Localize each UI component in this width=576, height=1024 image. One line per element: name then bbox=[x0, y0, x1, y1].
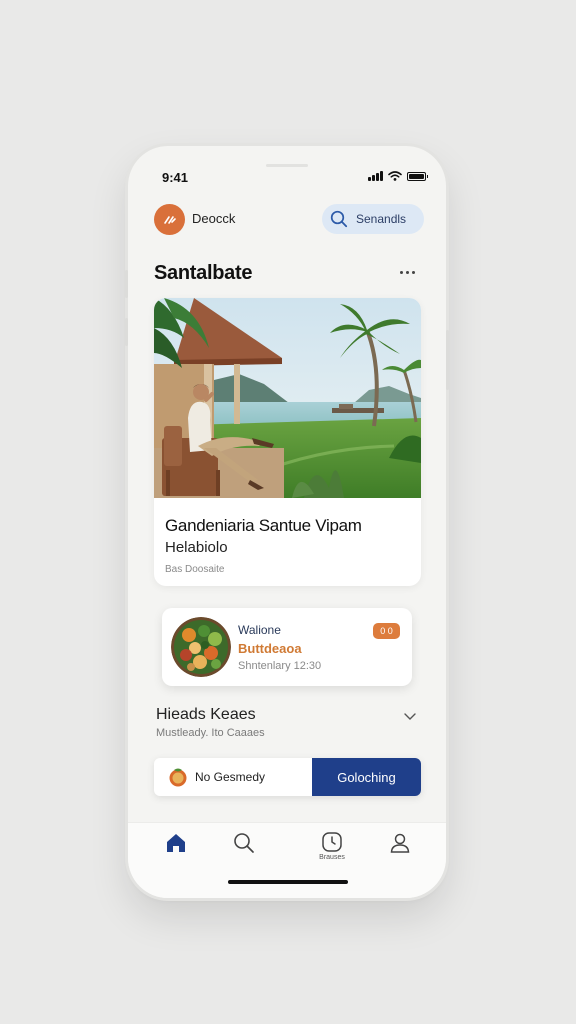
top-bar: Deocck Senandls bbox=[154, 202, 424, 236]
home-indicator[interactable] bbox=[228, 880, 348, 884]
search-icon bbox=[330, 210, 348, 228]
action-secondary[interactable]: No Gesmedy bbox=[154, 758, 312, 796]
phone-frame: 9:41 Deocck Senandls Santalbate Gandenia… bbox=[128, 146, 446, 898]
home-icon bbox=[167, 834, 185, 852]
food-label: Walione bbox=[238, 623, 281, 637]
more-options-icon[interactable] bbox=[400, 266, 418, 278]
brand-logo[interactable] bbox=[154, 204, 185, 235]
fruit-icon bbox=[169, 768, 187, 787]
food-card[interactable]: Walione Buttdeaoa Shntenlary 12:30 0 0 bbox=[162, 608, 412, 686]
clock-icon bbox=[322, 832, 342, 852]
action-secondary-label: No Gesmedy bbox=[195, 770, 266, 784]
primary-action-button[interactable]: Goloching bbox=[312, 758, 421, 796]
speaker bbox=[266, 164, 308, 167]
featured-card[interactable]: Gandeniaria Santue Vipam Helabiolo Bas D… bbox=[154, 298, 421, 586]
tab-bar: Brauses bbox=[128, 822, 446, 898]
status-icons bbox=[368, 171, 428, 181]
food-time: Shntenlary 12:30 bbox=[238, 660, 322, 672]
profile-icon bbox=[390, 833, 410, 853]
status-bar: 9:41 bbox=[128, 168, 446, 188]
featured-meta: Bas Doosaite bbox=[165, 564, 225, 575]
search-icon bbox=[234, 833, 254, 853]
tab-search[interactable] bbox=[224, 831, 264, 871]
expandable-section[interactable]: Hieads Keaes Mustleady. Ito Caaaes bbox=[156, 706, 418, 750]
food-badge: 0 0 bbox=[373, 623, 400, 639]
brand-logo-icon bbox=[163, 215, 176, 224]
brand-name: Deocck bbox=[192, 211, 236, 226]
food-image bbox=[171, 617, 231, 677]
tab-home[interactable] bbox=[156, 831, 196, 871]
featured-title: Gandeniaria Santue Vipam bbox=[165, 516, 362, 535]
battery-icon bbox=[407, 171, 428, 181]
hero-image bbox=[154, 298, 421, 498]
wifi-icon bbox=[388, 171, 402, 181]
featured-subtitle: Helabiolo bbox=[165, 539, 228, 556]
volume-up-button bbox=[125, 270, 128, 298]
signal-icon bbox=[368, 171, 383, 181]
action-bar: No Gesmedy Goloching bbox=[154, 758, 421, 796]
tab-browse-label: Brauses bbox=[319, 854, 345, 861]
search-label: Senandls bbox=[356, 212, 407, 226]
food-name: Buttdeaoa bbox=[238, 641, 302, 656]
tab-profile[interactable] bbox=[380, 831, 420, 871]
expandable-title: Hieads Keaes bbox=[156, 706, 256, 723]
section-title: Santalbate bbox=[154, 262, 253, 284]
status-time: 9:41 bbox=[162, 170, 189, 185]
search-button[interactable]: Senandls bbox=[322, 204, 424, 234]
power-button bbox=[446, 330, 449, 390]
tab-browse[interactable]: Brauses bbox=[312, 831, 352, 871]
expandable-subtitle: Mustleady. Ito Caaaes bbox=[156, 727, 265, 739]
chevron-down-icon[interactable] bbox=[404, 712, 416, 722]
volume-down-button bbox=[125, 318, 128, 346]
